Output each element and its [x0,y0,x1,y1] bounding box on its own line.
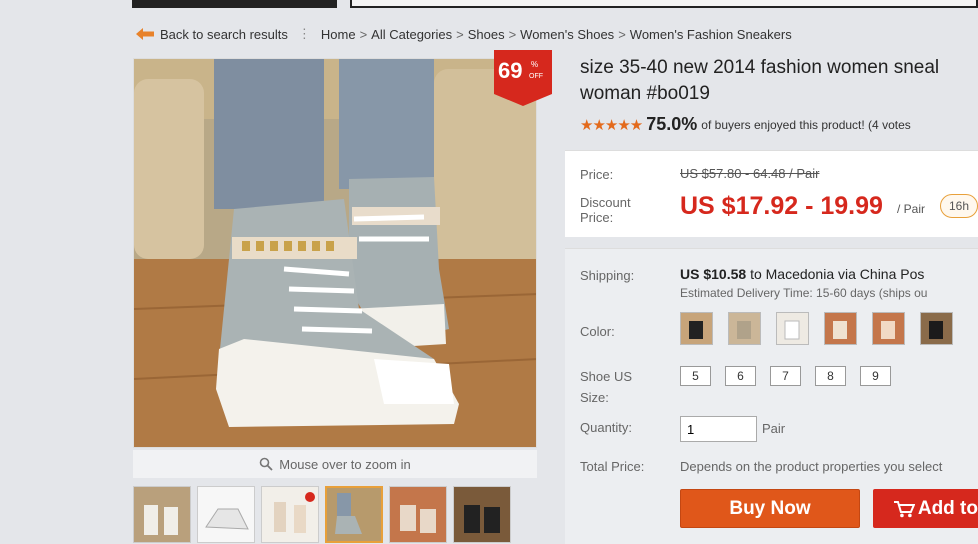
cart-icon [893,500,915,517]
shipping-destination[interactable]: to Macedonia via China Pos [750,266,924,282]
color-options [680,312,953,345]
thumbnail-selected[interactable] [325,486,383,543]
size-options: 5 6 7 8 9 [680,366,891,386]
price-unit: / Pair [897,202,926,216]
add-to-cart-button[interactable]: Add to [873,489,978,528]
main-product-image[interactable] [133,58,537,448]
rating-percent: 75.0% [646,114,698,134]
thumbnail[interactable] [261,486,319,543]
color-label: Color: [580,324,615,339]
breadcrumb: Back to search results ⋮ Home > All Cate… [136,24,792,44]
product-title: size 35-40 new 2014 fashion women sneal … [580,55,978,107]
search-bar-frame[interactable] [350,0,978,8]
color-swatch[interactable] [872,312,905,345]
magnifier-icon [259,457,273,471]
badge-number: 69 [498,58,522,83]
quantity-label: Quantity: [580,420,633,435]
breadcrumb-all-categories[interactable]: All Categories [371,27,452,42]
size-option-6[interactable]: 6 [725,366,756,386]
original-price: US $57.80 - 64.48 / Pair [680,166,820,181]
buy-now-button[interactable]: Buy Now [680,489,860,528]
badge-percent: % [531,60,538,69]
breadcrumb-shoes[interactable]: Shoes [468,27,505,42]
breadcrumb-home[interactable]: Home [321,27,356,42]
badge-off: OFF [529,73,543,80]
breadcrumb-womens-fashion-sneakers[interactable]: Women's Fashion Sneakers [630,27,792,42]
separator: ⋮ [297,26,311,41]
total-price-value: Depends on the product properties you se… [680,459,943,474]
buy-now-label: Buy Now [729,497,811,519]
discount-price: US $17.92 - 19.99 [680,192,883,220]
price-label: Price: [580,167,614,182]
quantity-input[interactable] [680,416,757,442]
quantity-unit: Pair [762,421,786,436]
shipping-info: US $10.58 to Macedonia via China Pos [680,266,924,282]
breadcrumb-womens-shoes[interactable]: Women's Shoes [520,27,614,42]
delivery-estimate: Estimated Delivery Time: 15-60 days (shi… [680,286,928,300]
total-price-label: Total Price: [580,459,645,474]
back-to-search-link[interactable]: Back to search results [160,27,288,42]
back-arrow-icon[interactable] [136,28,154,40]
zoom-hint-text: Mouse over to zoom in [279,456,411,472]
size-option-5[interactable]: 5 [680,366,711,386]
discount-price-label: Discount Price: [580,195,631,225]
thumbnail[interactable] [197,486,255,543]
rating-text[interactable]: of buyers enjoyed this product! (4 votes [701,118,910,132]
top-bar-left [132,0,337,8]
size-option-7[interactable]: 7 [770,366,801,386]
rating-stars-icon: ★★★★★ [580,116,643,134]
countdown-timer: 16h [940,194,978,218]
add-to-cart-label: Add to [917,497,978,519]
shipping-cost: US $10.58 [680,266,747,282]
size-option-8[interactable]: 8 [815,366,846,386]
color-swatch[interactable] [824,312,857,345]
thumbnail-strip [133,486,511,543]
rating-summary: ★★★★★ 75.0% of buyers enjoyed this produ… [580,114,911,135]
title-line-1: size 35-40 new 2014 fashion women sneal [580,57,940,78]
sneaker-photo [134,59,536,447]
size-option-9[interactable]: 9 [860,366,891,386]
color-swatch[interactable] [776,312,809,345]
color-swatch[interactable] [920,312,953,345]
title-line-2: woman #bo019 [580,83,710,104]
color-swatch[interactable] [680,312,713,345]
thumbnail[interactable] [133,486,191,543]
size-label: Shoe US Size: [580,369,633,405]
zoom-hint: Mouse over to zoom in [133,450,537,478]
shipping-label: Shipping: [580,268,635,283]
discount-badge: 69 % OFF [494,50,552,106]
color-swatch[interactable] [728,312,761,345]
thumbnail[interactable] [453,486,511,543]
thumbnail[interactable] [389,486,447,543]
